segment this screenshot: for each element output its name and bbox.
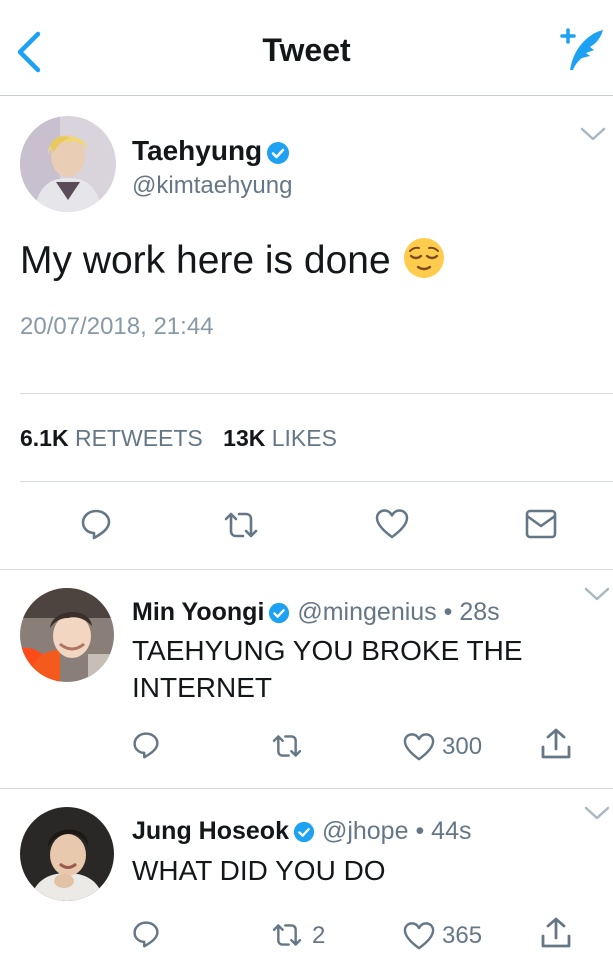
retweet-icon: [272, 924, 302, 946]
tweet-text-content: My work here is done: [20, 239, 391, 282]
reply-tweet[interactable]: Jung Hoseok @jhope • 44s WHAT DID YOU DO…: [0, 790, 613, 968]
chevron-down-icon: [584, 806, 610, 820]
like-count: 365: [442, 922, 483, 949]
tweet-timestamp: 20/07/2018, 21:44: [20, 313, 214, 340]
likes-label[interactable]: LIKES: [272, 425, 337, 451]
reply-header: Jung Hoseok @jhope • 44s: [132, 817, 471, 846]
reply-text: TAEHYUNG YOU BROKE THE INTERNET: [132, 635, 523, 703]
avatar[interactable]: [20, 807, 114, 901]
chevron-down-icon: [580, 127, 606, 141]
retweet-button[interactable]: [270, 922, 304, 948]
tweet-options-button[interactable]: [583, 585, 611, 603]
main-tweet: Taehyung @kimtaehyung My work here is do…: [0, 97, 613, 570]
reply-icon: [133, 921, 159, 948]
retweet-button[interactable]: [222, 510, 260, 540]
top-bar: Tweet: [0, 0, 613, 96]
share-icon: [541, 917, 571, 948]
envelope-icon: [525, 509, 557, 539]
retweet-button[interactable]: [270, 733, 304, 759]
divider: [20, 393, 613, 394]
likes-count[interactable]: 13K: [223, 425, 265, 451]
avatar[interactable]: [20, 116, 116, 212]
reply-time: 44s: [431, 817, 472, 845]
reply-icon: [81, 509, 111, 540]
share-icon: [541, 728, 571, 759]
verified-badge-icon: [269, 603, 290, 624]
reply-icon: [133, 732, 159, 759]
avatar[interactable]: [20, 588, 114, 682]
tweet-options-button[interactable]: [583, 804, 611, 822]
reply-time: 28s: [459, 598, 500, 626]
separator-dot: •: [415, 817, 425, 845]
tweet-options-button[interactable]: [579, 125, 607, 143]
tweet-text: My work here is done: [20, 237, 445, 283]
relieved-face-emoji: [403, 238, 444, 278]
author-handle[interactable]: @kimtaehyung: [132, 172, 292, 200]
reply-button[interactable]: [80, 508, 112, 540]
tweet-stats: 6.1K RETWEETS 13K LIKES: [20, 425, 351, 452]
reply-button[interactable]: [132, 920, 160, 948]
author-name[interactable]: Jung Hoseok: [132, 817, 289, 845]
retweet-icon: [272, 735, 302, 757]
chevron-down-icon: [584, 587, 610, 601]
heart-icon: [403, 733, 435, 761]
author-handle[interactable]: @jhope: [322, 817, 409, 845]
author-name[interactable]: Taehyung: [132, 135, 290, 167]
reply-button[interactable]: [132, 731, 160, 759]
like-button[interactable]: [375, 508, 409, 540]
share-button[interactable]: [540, 727, 572, 761]
author-handle[interactable]: @mingenius: [297, 598, 436, 626]
author-name-text: Taehyung: [132, 135, 263, 166]
retweet-icon: [224, 512, 258, 538]
retweet-count: 2: [312, 922, 326, 949]
retweets-label[interactable]: RETWEETS: [75, 425, 203, 451]
verified-badge-icon: [293, 822, 315, 843]
reply-text: WHAT DID YOU DO: [132, 855, 386, 886]
compose-tweet-icon: [560, 28, 603, 70]
separator-dot: •: [443, 598, 453, 626]
like-button[interactable]: [403, 732, 435, 762]
share-button[interactable]: [540, 916, 572, 950]
reply-header: Min Yoongi @mingenius • 28s: [132, 598, 500, 627]
like-count: 300: [442, 733, 483, 760]
heart-icon: [403, 922, 435, 950]
reply-tweet[interactable]: Min Yoongi @mingenius • 28s TAEHYUNG YOU…: [0, 571, 613, 789]
like-button[interactable]: [403, 921, 435, 951]
page-title: Tweet: [262, 32, 351, 68]
compose-tweet-button[interactable]: [557, 26, 607, 74]
heart-icon: [375, 509, 409, 539]
divider: [20, 481, 613, 482]
retweets-count[interactable]: 6.1K: [20, 425, 69, 451]
author-name[interactable]: Min Yoongi: [132, 598, 264, 626]
message-button[interactable]: [525, 508, 557, 540]
verified-badge-icon: [267, 141, 290, 164]
